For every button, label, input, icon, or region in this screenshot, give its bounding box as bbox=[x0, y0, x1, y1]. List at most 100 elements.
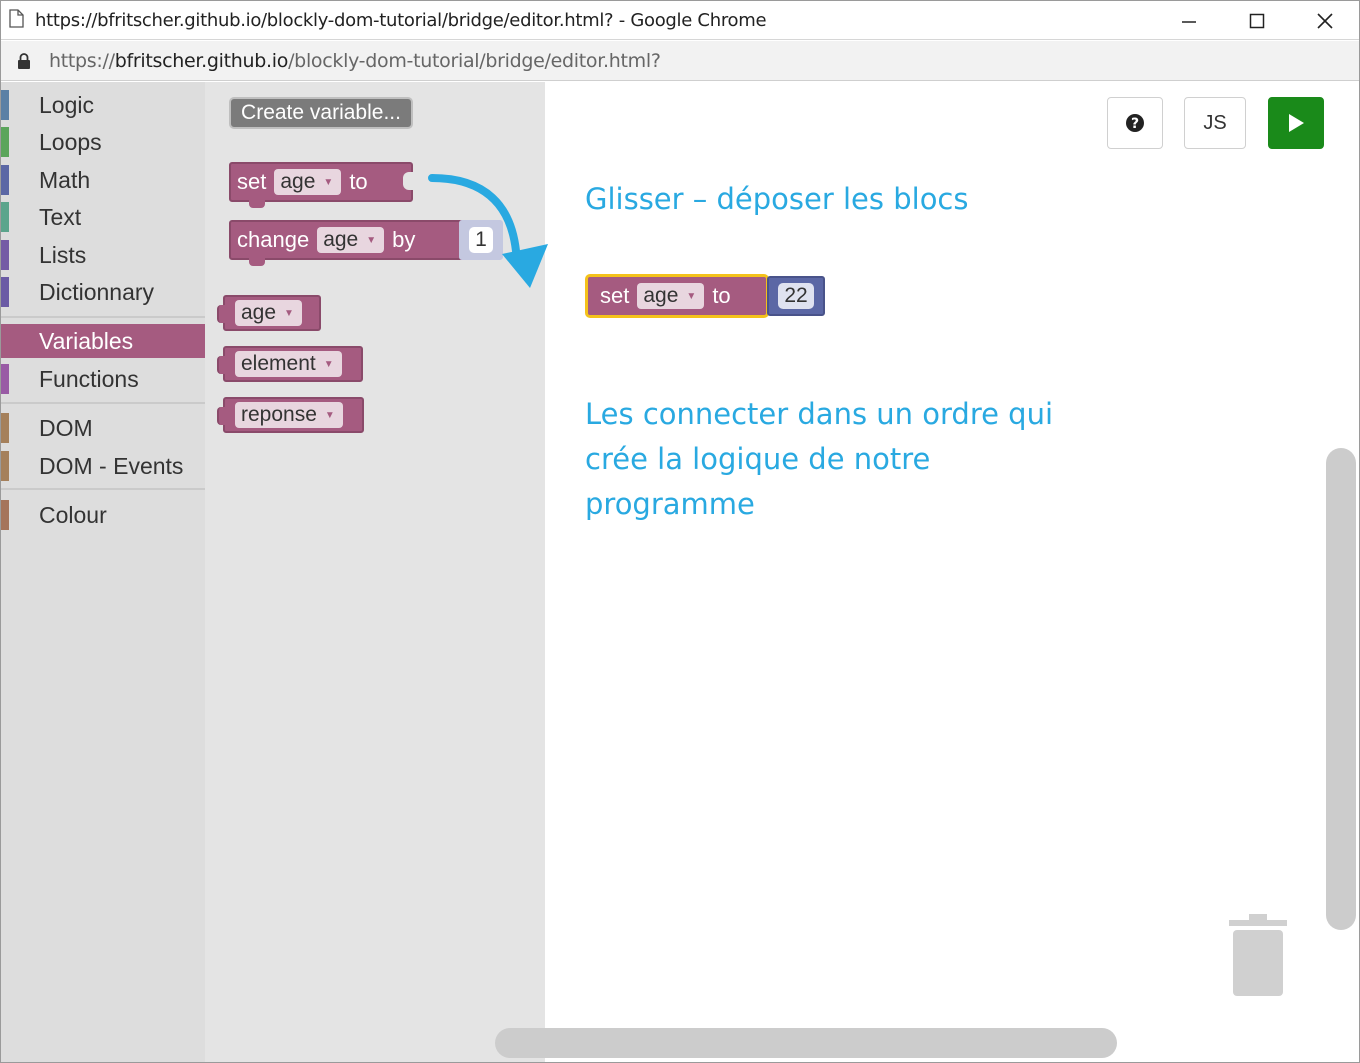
annotation-connect: Les connecter dans un ordre qui crée la … bbox=[585, 397, 1054, 521]
variable-name: age bbox=[280, 170, 316, 193]
horizontal-scrollbar[interactable] bbox=[495, 1028, 1117, 1058]
category-dictionnary[interactable]: Dictionnary bbox=[1, 275, 205, 309]
help-button[interactable]: ? bbox=[1107, 97, 1163, 149]
toolbox-separator bbox=[1, 488, 205, 490]
maximize-icon bbox=[1249, 13, 1265, 28]
category-color-bar bbox=[1, 240, 9, 270]
category-color-bar bbox=[1, 127, 9, 157]
blockly-workspace[interactable]: ? JS Glisser – déposer les blocs Les con… bbox=[495, 82, 1359, 1062]
category-color-bar bbox=[1, 451, 9, 481]
category-color-bar bbox=[1, 90, 9, 120]
number-field[interactable]: 22 bbox=[778, 283, 814, 309]
page-icon bbox=[9, 9, 24, 28]
category-label: Variables bbox=[39, 328, 134, 354]
variable-name: age bbox=[323, 228, 359, 251]
block-tab bbox=[249, 258, 265, 266]
category-label: DOM - Events bbox=[39, 453, 184, 479]
category-variables[interactable]: Variables bbox=[1, 324, 205, 358]
address-bar[interactable]: https://bfritscher.github.io/blockly-dom… bbox=[1, 41, 1359, 81]
dropdown-arrow-icon: ▼ bbox=[284, 307, 294, 319]
output-tab bbox=[217, 407, 227, 425]
window-title: https://bfritscher.github.io/blockly-dom… bbox=[35, 10, 767, 31]
variable-dropdown[interactable]: age ▼ bbox=[235, 300, 302, 326]
block-keyword: to bbox=[349, 169, 368, 194]
category-color-bar bbox=[1, 326, 9, 356]
category-label: Text bbox=[39, 204, 82, 230]
variable-getter-block[interactable]: age ▼ bbox=[217, 295, 321, 331]
output-tab bbox=[217, 356, 227, 374]
variable-dropdown[interactable]: element ▼ bbox=[235, 351, 342, 377]
variable-name: age bbox=[643, 284, 679, 307]
variable-name: age bbox=[241, 301, 277, 324]
play-icon bbox=[1289, 114, 1304, 132]
question-circle-icon: ? bbox=[1126, 114, 1144, 132]
category-color-bar bbox=[1, 413, 9, 443]
variable-name: element bbox=[241, 352, 316, 375]
category-dom[interactable]: DOM bbox=[1, 411, 205, 445]
category-label: Loops bbox=[39, 129, 102, 155]
title-bar: https://bfritscher.github.io/blockly-dom… bbox=[1, 1, 1359, 40]
category-color-bar bbox=[1, 364, 9, 394]
variable-dropdown[interactable]: reponse ▼ bbox=[235, 402, 343, 428]
create-variable-button[interactable]: Create variable... bbox=[229, 97, 413, 129]
run-button[interactable] bbox=[1268, 97, 1324, 149]
value-socket bbox=[403, 172, 413, 190]
toolbox-separator bbox=[1, 402, 205, 404]
minimize-icon bbox=[1182, 20, 1196, 23]
category-label: DOM bbox=[39, 415, 93, 441]
category-color-bar bbox=[1, 165, 9, 195]
block-keyword: set bbox=[237, 169, 267, 194]
category-color-bar bbox=[1, 500, 9, 530]
block-keyword: set bbox=[600, 283, 630, 308]
close-button[interactable] bbox=[1291, 1, 1359, 40]
category-dom-events[interactable]: DOM - Events bbox=[1, 449, 205, 483]
url-text[interactable]: https://bfritscher.github.io/blockly-dom… bbox=[49, 50, 661, 72]
category-label: Dictionnary bbox=[39, 279, 155, 305]
number-block[interactable]: 22 bbox=[767, 276, 825, 316]
category-label: Functions bbox=[39, 366, 139, 392]
block-keyword: by bbox=[392, 227, 416, 252]
lock-icon bbox=[18, 53, 30, 69]
drag-arrow-icon bbox=[428, 174, 548, 288]
maximize-button[interactable] bbox=[1223, 1, 1291, 40]
variable-dropdown[interactable]: age ▼ bbox=[317, 227, 385, 253]
variable-dropdown[interactable]: age ▼ bbox=[274, 169, 342, 195]
dropdown-arrow-icon: ▼ bbox=[366, 234, 377, 246]
set-variable-block[interactable]: set age ▼ to bbox=[585, 274, 769, 318]
category-label: Lists bbox=[39, 242, 87, 268]
block-keyword: change bbox=[237, 227, 310, 252]
url-host: bfritscher.github.io bbox=[114, 50, 289, 72]
category-color-bar bbox=[1, 277, 9, 307]
output-tab bbox=[217, 305, 227, 323]
url-scheme: https:// bbox=[49, 50, 115, 72]
variable-getter-block[interactable]: element ▼ bbox=[217, 346, 363, 382]
dropdown-arrow-icon: ▼ bbox=[324, 409, 335, 421]
toolbox: Logic Loops Math Text Lists Dictionnary … bbox=[1, 82, 205, 1062]
category-loops[interactable]: Loops bbox=[1, 125, 205, 159]
category-label: Colour bbox=[39, 502, 107, 528]
category-logic[interactable]: Logic bbox=[1, 88, 205, 122]
category-colour[interactable]: Colour bbox=[1, 498, 205, 532]
category-color-bar bbox=[1, 202, 9, 232]
category-math[interactable]: Math bbox=[1, 163, 205, 197]
svg-text:?: ? bbox=[1131, 116, 1139, 132]
category-functions[interactable]: Functions bbox=[1, 362, 205, 396]
set-variable-block[interactable]: set age ▼ to bbox=[229, 162, 413, 208]
variable-getter-block[interactable]: reponse ▼ bbox=[217, 397, 364, 433]
variable-dropdown[interactable]: age ▼ bbox=[637, 283, 705, 309]
trash-icon[interactable] bbox=[1225, 914, 1291, 998]
browser-window: https://bfritscher.github.io/blockly-dom… bbox=[0, 0, 1360, 1063]
category-text[interactable]: Text bbox=[1, 200, 205, 234]
url-path: /blockly-dom-tutorial/bridge/editor.html… bbox=[288, 50, 661, 72]
js-button[interactable]: JS bbox=[1184, 97, 1246, 149]
dropdown-arrow-icon: ▼ bbox=[323, 358, 334, 370]
block-keyword: to bbox=[712, 283, 731, 308]
dropdown-arrow-icon: ▼ bbox=[323, 176, 334, 188]
category-lists[interactable]: Lists bbox=[1, 238, 205, 272]
minimize-button[interactable] bbox=[1155, 1, 1223, 40]
category-label: Logic bbox=[39, 92, 94, 118]
category-label: Math bbox=[39, 167, 91, 193]
vertical-scrollbar[interactable] bbox=[1326, 448, 1356, 930]
variable-name: reponse bbox=[241, 403, 317, 426]
block-tab bbox=[249, 200, 265, 208]
